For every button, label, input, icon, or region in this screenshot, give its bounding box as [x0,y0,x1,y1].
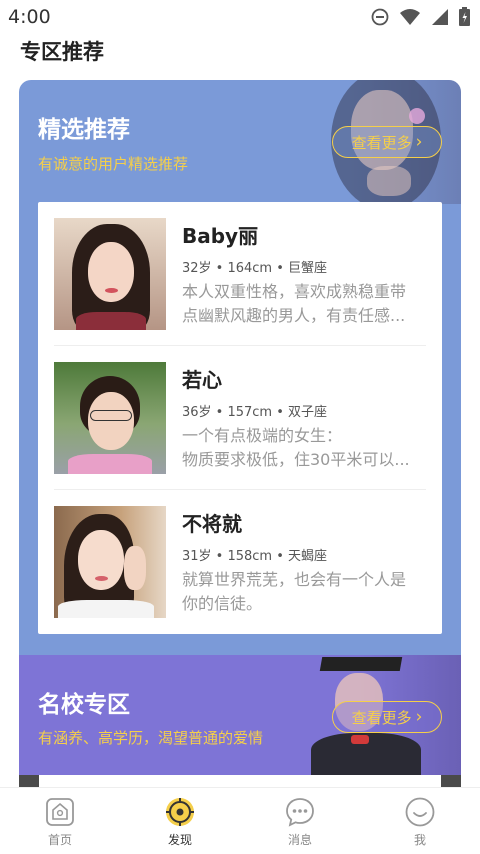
profile-description: 本人双重性格，喜欢成熟稳重带 点幽默风趣的男人，有责任感... [182,280,426,328]
profile-description-line: 物质要求极低，住30平米可以... [182,450,410,469]
profile-name: 若心 [182,368,222,392]
featured-view-more-button[interactable]: 查看更多 › [332,126,442,158]
me-icon [404,796,436,828]
avatar[interactable] [54,218,166,330]
home-icon [44,796,76,828]
nav-label: 发现 [167,833,192,847]
nav-label: 我 [413,833,426,847]
profile-description: 就算世界荒芜，也会有一个人是 你的信徒。 [182,568,426,616]
card-edge [19,775,39,787]
do-not-disturb-icon [371,8,389,25]
profile-description-line: 你的信徒。 [182,594,263,613]
status-bar: 4:00 [0,0,480,34]
profile-card-ruo-xin[interactable]: 若心 36岁 • 157cm • 双子座 一个有点极端的女生： 物质要求极低，住… [54,346,426,490]
featured-heading: 精选推荐 [38,117,130,143]
school-view-more-button[interactable]: 查看更多 › [332,701,442,733]
featured-subheading: 有诚意的用户精选推荐 [38,155,189,173]
nav-label: 首页 [47,833,72,847]
avatar[interactable] [54,362,166,474]
card-edge [441,775,461,787]
page-title: 专区推荐 [20,40,104,64]
avatar[interactable] [54,506,166,618]
view-more-label: 查看更多 [351,708,412,727]
profile-description-line: 就算世界荒芜，也会有一个人是 [182,570,407,589]
featured-section-card: 精选推荐 有诚意的用户精选推荐 查看更多 › Baby丽 32岁 • 164cm… [19,80,461,655]
nav-item-me[interactable]: 我 [360,788,480,854]
chevron-right-icon: › [415,706,423,727]
bottom-nav: 首页 发现 消息 我 [0,787,480,854]
profile-meta: 36岁 • 157cm • 双子座 [182,405,328,420]
profile-name: 不将就 [182,512,242,536]
profile-card-bu-jiang-jiu[interactable]: 不将就 31岁 • 158cm • 天蝎座 就算世界荒芜，也会有一个人是 你的信… [54,490,426,634]
profile-description-line: 本人双重性格，喜欢成熟稳重带 [182,282,407,301]
profile-meta: 32岁 • 164cm • 巨蟹座 [182,261,328,276]
signal-icon [432,8,448,25]
profile-card-baby-li[interactable]: Baby丽 32岁 • 164cm • 巨蟹座 本人双重性格，喜欢成熟稳重带 点… [54,202,426,346]
profile-meta: 31岁 • 158cm • 天蝎座 [182,549,328,564]
profile-list: Baby丽 32岁 • 164cm • 巨蟹座 本人双重性格，喜欢成熟稳重带 点… [38,202,442,634]
status-icons [371,7,470,26]
nav-label: 消息 [287,833,312,847]
profile-description-line: 点幽默风趣的男人，有责任感... [182,306,406,325]
school-subheading: 有涵养、高学历，渴望普通的爱情 [38,729,264,747]
view-more-label: 查看更多 [351,133,412,152]
school-section-card: 名校专区 有涵养、高学历，渴望普通的爱情 查看更多 › [19,655,461,775]
battery-icon [459,7,470,26]
nav-item-messages[interactable]: 消息 [240,788,360,854]
nav-item-discover[interactable]: 发现 [120,788,240,854]
chevron-right-icon: › [415,131,423,152]
profile-description-line: 一个有点极端的女生： [182,426,343,445]
school-heading: 名校专区 [38,692,130,718]
status-time: 4:00 [8,6,51,28]
profile-description: 一个有点极端的女生： 物质要求极低，住30平米可以... [182,424,426,472]
message-icon [284,796,316,828]
nav-item-home[interactable]: 首页 [0,788,120,854]
profile-name: Baby丽 [182,224,259,248]
discover-icon [164,796,196,828]
wifi-icon [400,8,420,25]
